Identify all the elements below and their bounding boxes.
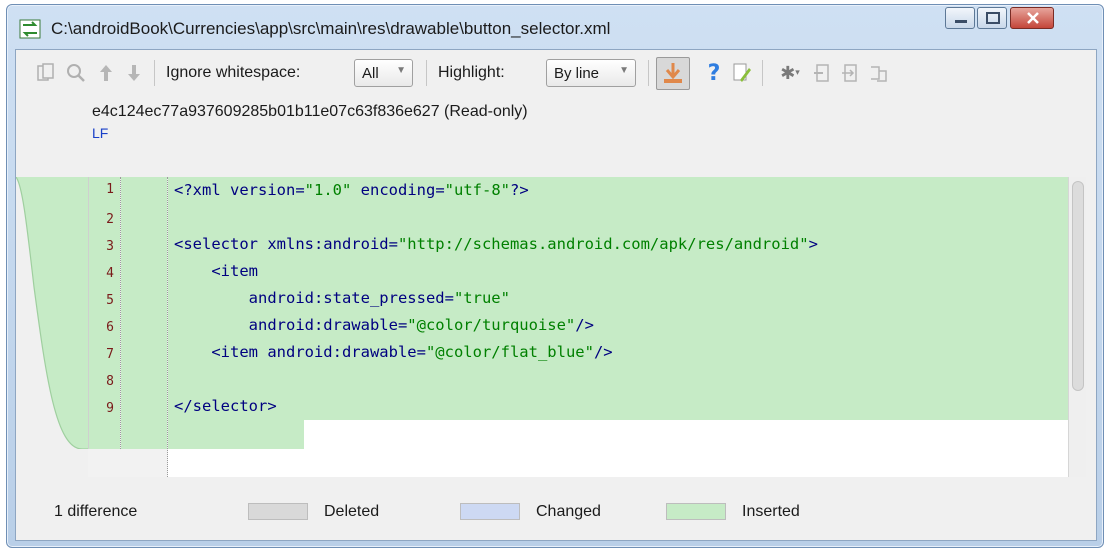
highlight-label: Highlight: bbox=[438, 64, 505, 81]
code-line: <item android:drawable="@color/flat_blue… bbox=[174, 343, 613, 361]
help-icon[interactable]: ? bbox=[702, 61, 726, 86]
code-line: <selector xmlns:android="http://schemas.… bbox=[174, 235, 818, 253]
expand-icon[interactable] bbox=[838, 61, 862, 85]
title-bar[interactable]: C:\androidBook\Currencies\app\src\main\r… bbox=[7, 5, 1103, 49]
code-line: <?xml version="1.0" encoding="utf-8"?> bbox=[174, 181, 529, 199]
ignore-whitespace-label: Ignore whitespace: bbox=[166, 64, 301, 81]
chevron-down-icon: ▼ bbox=[619, 65, 629, 76]
line-ending: LF bbox=[92, 125, 109, 141]
minimize-icon bbox=[955, 20, 967, 23]
code-line: android:drawable="@color/turquoise"/> bbox=[174, 316, 594, 334]
collapse-icon[interactable] bbox=[810, 61, 834, 85]
changed-swatch bbox=[460, 503, 520, 520]
line-number: 5 bbox=[106, 293, 114, 308]
toolbar-separator bbox=[762, 60, 763, 86]
code-line: <item bbox=[174, 262, 258, 280]
line-number: 4 bbox=[106, 266, 114, 281]
deleted-label: Deleted bbox=[324, 503, 380, 520]
toolbar: Ignore whitespace: All ▼ Highlight: By l… bbox=[16, 50, 1096, 98]
sync-icon[interactable] bbox=[866, 61, 890, 85]
ignore-whitespace-value: All bbox=[362, 65, 379, 82]
line-number: 9 bbox=[106, 401, 114, 416]
line-number: 2 bbox=[106, 212, 114, 227]
diff-window: C:\androidBook\Currencies\app\src\main\r… bbox=[6, 4, 1104, 548]
changed-label: Changed bbox=[536, 503, 601, 520]
ignore-whitespace-select[interactable]: All ▼ bbox=[354, 59, 413, 87]
diff-panel: Ignore whitespace: All ▼ Highlight: By l… bbox=[15, 49, 1097, 541]
chevron-down-icon: ▼ bbox=[396, 65, 406, 76]
scrollbar-thumb[interactable] bbox=[1072, 181, 1084, 391]
copy-icon[interactable] bbox=[34, 61, 58, 85]
code-line: android:state_pressed="true" bbox=[174, 289, 510, 307]
close-icon bbox=[1027, 12, 1039, 24]
inserted-swatch bbox=[666, 503, 726, 520]
window-title: C:\androidBook\Currencies\app\src\main\r… bbox=[51, 19, 611, 38]
difference-count: 1 difference bbox=[54, 503, 138, 520]
inserted-label: Inserted bbox=[742, 503, 800, 520]
status-bar: 1 difference Deleted Changed Inserted bbox=[16, 487, 1096, 537]
apply-change-icon bbox=[664, 63, 682, 83]
find-icon[interactable] bbox=[64, 61, 88, 85]
line-number: 8 bbox=[106, 374, 114, 389]
apply-change-button[interactable] bbox=[656, 57, 690, 90]
gutter-divider bbox=[120, 177, 121, 477]
highlight-value: By line bbox=[554, 65, 600, 82]
edit-icon[interactable] bbox=[730, 61, 754, 85]
vertical-scrollbar[interactable] bbox=[1068, 177, 1086, 477]
line-number: 3 bbox=[106, 239, 114, 254]
change-marker-gutter bbox=[121, 177, 167, 449]
inserted-line-highlight bbox=[168, 420, 304, 449]
line-number: 1 bbox=[106, 182, 114, 197]
settings-icon[interactable]: ✱ ▾ bbox=[772, 61, 808, 85]
minimize-button[interactable] bbox=[945, 7, 975, 29]
toolbar-separator bbox=[648, 60, 649, 86]
toolbar-separator bbox=[154, 60, 155, 86]
previous-diff-icon[interactable] bbox=[94, 61, 118, 85]
next-diff-icon[interactable] bbox=[122, 61, 146, 85]
close-button[interactable] bbox=[1010, 7, 1054, 29]
code-line: </selector> bbox=[174, 397, 277, 415]
line-number: 7 bbox=[106, 347, 114, 362]
maximize-button[interactable] bbox=[977, 7, 1007, 29]
highlight-select[interactable]: By line ▼ bbox=[546, 59, 636, 87]
empty-gutter bbox=[88, 449, 168, 477]
toolbar-separator bbox=[426, 60, 427, 86]
diff-editor[interactable]: 1 2 3 4 5 6 7 8 9 <?xml version="1.0" en… bbox=[16, 177, 1086, 477]
gutter-divider bbox=[167, 177, 168, 477]
diff-app-icon bbox=[19, 19, 41, 39]
maximize-icon bbox=[986, 12, 1000, 24]
deleted-swatch bbox=[248, 503, 308, 520]
revision-info: e4c124ec77a937609285b01b11e07c63f836e627… bbox=[92, 103, 528, 120]
line-number: 6 bbox=[106, 320, 114, 335]
diff-connector bbox=[16, 177, 88, 449]
